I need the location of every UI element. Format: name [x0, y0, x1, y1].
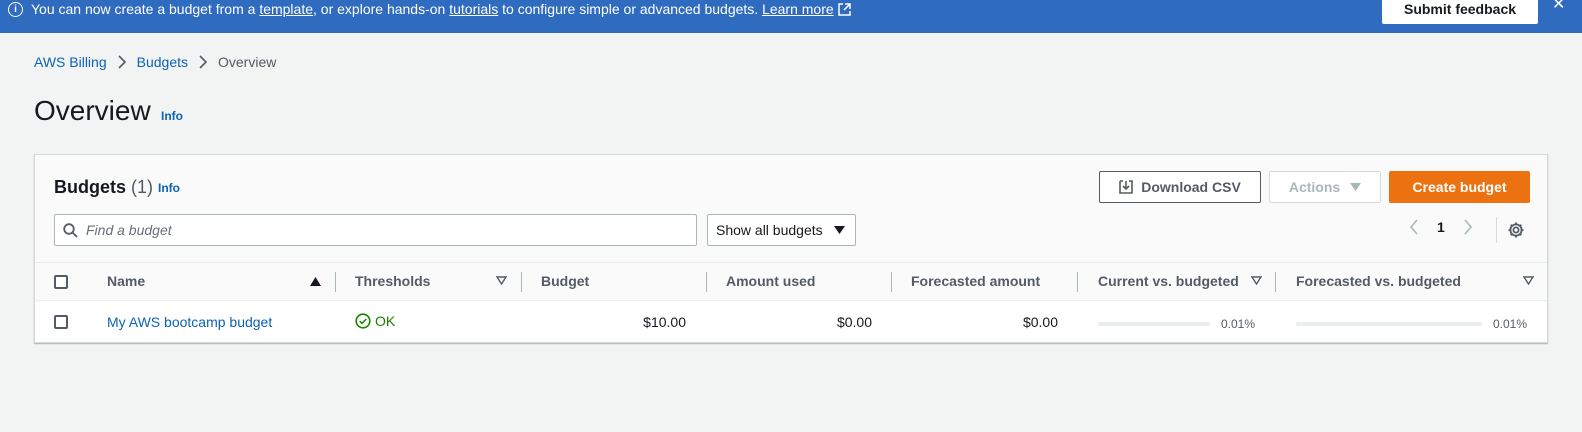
threshold-status: OK: [355, 313, 395, 329]
column-divider: [706, 272, 707, 292]
learn-more-link[interactable]: Learn more: [762, 1, 834, 17]
table-row: My AWS bootcamp budget OK $10.00 $0.00 $…: [35, 302, 1547, 343]
search-input[interactable]: [86, 222, 666, 238]
column-divider: [1077, 272, 1078, 292]
sort-icon[interactable]: [1251, 276, 1262, 285]
actions-label: Actions: [1288, 179, 1341, 195]
panel-title: Budgets (1): [54, 177, 153, 198]
current-vs-budgeted-percent: 0.01%: [1221, 317, 1256, 331]
budget-amount: $10.00: [643, 314, 686, 330]
page-info-link[interactable]: Info: [161, 109, 183, 123]
column-forecasted-vs-budgeted[interactable]: Forecasted vs. budgeted: [1296, 273, 1461, 289]
banner-suffix: to configure simple or advanced budgets.: [502, 0, 759, 17]
template-link[interactable]: template: [259, 1, 313, 17]
info-icon: i: [8, 2, 23, 17]
budget-name-link[interactable]: My AWS bootcamp budget: [107, 314, 272, 330]
column-divider: [521, 272, 522, 292]
page-title: Overview: [34, 95, 151, 126]
panel-header: Budgets (1) Info Download CSV Actions Cr…: [35, 155, 1547, 263]
table-header: Name Thresholds Budget Amount used Forec…: [35, 263, 1547, 301]
pagination: 1: [1409, 219, 1473, 235]
sort-icon[interactable]: [496, 276, 507, 285]
current-vs-budgeted-progress: [1098, 322, 1210, 326]
forecasted-amount: $0.00: [1022, 314, 1058, 330]
forecasted-vs-budgeted-percent: 0.01%: [1493, 317, 1528, 331]
panel-info-link[interactable]: Info: [158, 181, 180, 195]
forecasted-vs-budgeted-progress: [1296, 322, 1482, 326]
sort-ascending-icon[interactable]: [310, 277, 321, 286]
search-field[interactable]: [54, 214, 697, 246]
column-current-vs-budgeted[interactable]: Current vs. budgeted: [1098, 273, 1239, 289]
select-all-checkbox[interactable]: [54, 275, 68, 289]
page-number[interactable]: 1: [1437, 219, 1445, 235]
column-budget[interactable]: Budget: [541, 273, 589, 289]
column-name[interactable]: Name: [107, 273, 145, 289]
filter-select[interactable]: Show all budgets: [707, 214, 856, 246]
pager-divider: [1496, 217, 1497, 243]
chevron-right-icon: [199, 55, 208, 69]
column-amount-used[interactable]: Amount used: [726, 273, 815, 289]
banner-middle: , or explore hands-on: [313, 0, 446, 17]
chevron-left-icon[interactable]: [1409, 219, 1419, 235]
download-icon: [1119, 180, 1134, 194]
column-divider: [1275, 272, 1276, 292]
caret-down-icon: [834, 226, 845, 234]
amount-used: $0.00: [836, 314, 872, 330]
chevron-right-icon: [118, 55, 126, 69]
row-checkbox[interactable]: [54, 315, 68, 329]
filter-select-value: Show all budgets: [716, 222, 823, 238]
submit-feedback-button[interactable]: Submit feedback: [1382, 0, 1538, 24]
chevron-right-icon[interactable]: [1463, 219, 1473, 235]
sort-icon[interactable]: [1523, 276, 1534, 285]
caret-down-icon: [1350, 183, 1362, 191]
threshold-status-text: OK: [375, 313, 396, 329]
breadcrumb-aws-billing[interactable]: AWS Billing: [34, 54, 107, 70]
tutorials-link[interactable]: tutorials: [449, 1, 498, 17]
download-csv-label: Download CSV: [1141, 179, 1241, 195]
column-thresholds[interactable]: Thresholds: [355, 273, 430, 289]
info-banner: i You can now create a budget from a tem…: [0, 0, 1582, 33]
breadcrumb: AWS Billing Budgets Overview: [34, 54, 276, 70]
column-divider: [335, 272, 336, 292]
breadcrumb-overview: Overview: [218, 54, 277, 70]
download-csv-button[interactable]: Download CSV: [1099, 171, 1261, 203]
column-forecasted-amount[interactable]: Forecasted amount: [911, 273, 1040, 289]
close-icon[interactable]: ✕: [1552, 0, 1565, 14]
create-budget-button[interactable]: Create budget: [1389, 171, 1530, 203]
banner-text: You can now create a budget from a templ…: [31, 1, 851, 19]
external-link-icon: [837, 2, 851, 19]
actions-dropdown[interactable]: Actions: [1269, 171, 1381, 203]
budgets-panel: Budgets (1) Info Download CSV Actions Cr…: [34, 154, 1548, 343]
gear-icon[interactable]: [1507, 221, 1525, 239]
search-icon: [63, 222, 78, 238]
panel-title-text: Budgets: [54, 177, 126, 197]
budget-count: (1): [131, 177, 154, 197]
breadcrumb-budgets[interactable]: Budgets: [137, 54, 188, 70]
banner-prefix: You can now create a budget from a: [31, 0, 256, 17]
check-circle-icon: [355, 313, 371, 329]
column-divider: [891, 272, 892, 292]
